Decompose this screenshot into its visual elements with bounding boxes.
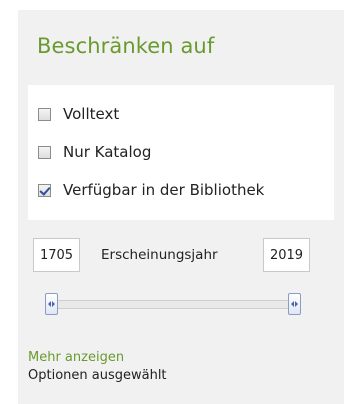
show-more-link[interactable]: Mehr anzeigen <box>28 350 124 365</box>
year-range-label: Erscheinungsjahr <box>101 247 218 263</box>
year-slider-min-handle[interactable] <box>45 293 58 315</box>
selected-options-text: Optionen ausgewählt <box>28 368 167 383</box>
option-label: Verfügbar in der Bibliothek <box>63 181 265 199</box>
option-volltext[interactable]: Volltext <box>38 103 119 125</box>
filter-panel: Beschränken auf Volltext Nur Katalog Ver… <box>18 10 344 404</box>
option-label: Volltext <box>63 105 120 123</box>
verfuegbar-checkbox[interactable] <box>38 183 51 197</box>
option-nur-katalog[interactable]: Nur Katalog <box>38 141 151 163</box>
year-slider-track[interactable] <box>46 300 300 309</box>
year-from-input[interactable]: 1705 <box>33 238 80 272</box>
drag-arrows-icon <box>291 301 298 307</box>
year-slider-max-handle[interactable] <box>288 293 301 315</box>
volltext-checkbox[interactable] <box>38 107 51 121</box>
option-verfuegbar[interactable]: Verfügbar in der Bibliothek <box>38 179 264 201</box>
nur-katalog-checkbox[interactable] <box>38 145 51 159</box>
option-label: Nur Katalog <box>63 143 152 161</box>
filter-title: Beschränken auf <box>37 34 215 58</box>
year-to-input[interactable]: 2019 <box>263 238 310 272</box>
filter-options: Volltext Nur Katalog Verfügbar in der Bi… <box>28 85 334 220</box>
drag-arrows-icon <box>48 301 55 307</box>
